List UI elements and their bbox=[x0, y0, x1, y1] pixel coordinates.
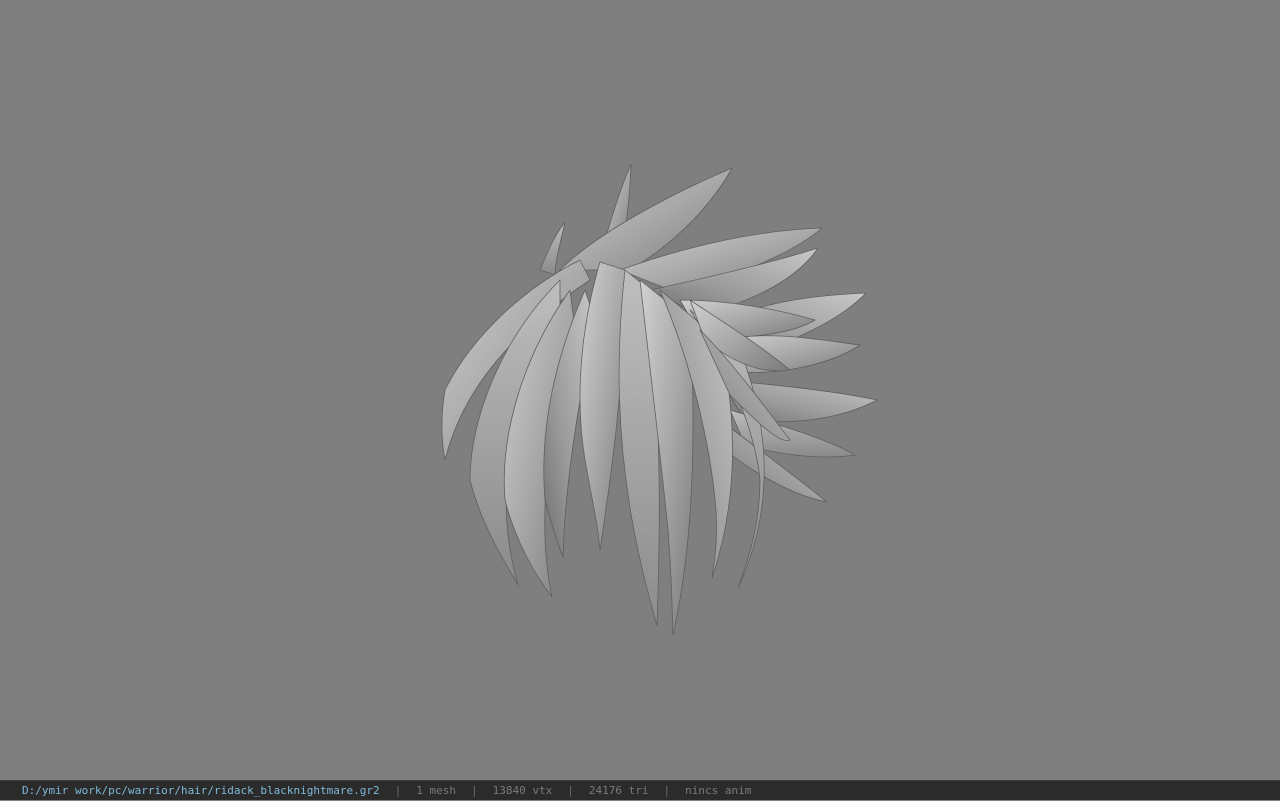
status-bar: D:/ymir work/pc/warrior/hair/ridack_blac… bbox=[0, 780, 1280, 800]
animation-status: nincs anim bbox=[685, 783, 752, 797]
status-separator: | bbox=[567, 783, 574, 797]
mesh-count: 1 mesh bbox=[416, 783, 456, 797]
status-separator: | bbox=[394, 783, 402, 797]
vertex-count: 13840 vtx bbox=[492, 783, 553, 797]
status-separator: | bbox=[471, 783, 478, 797]
hair-mesh-render bbox=[441, 163, 878, 636]
status-separator: | bbox=[663, 783, 671, 797]
triangle-count: 24176 tri bbox=[588, 783, 649, 797]
3d-viewport[interactable] bbox=[0, 0, 1280, 780]
file-path: D:/ymir work/pc/warrior/hair/ridack_blac… bbox=[22, 783, 380, 797]
